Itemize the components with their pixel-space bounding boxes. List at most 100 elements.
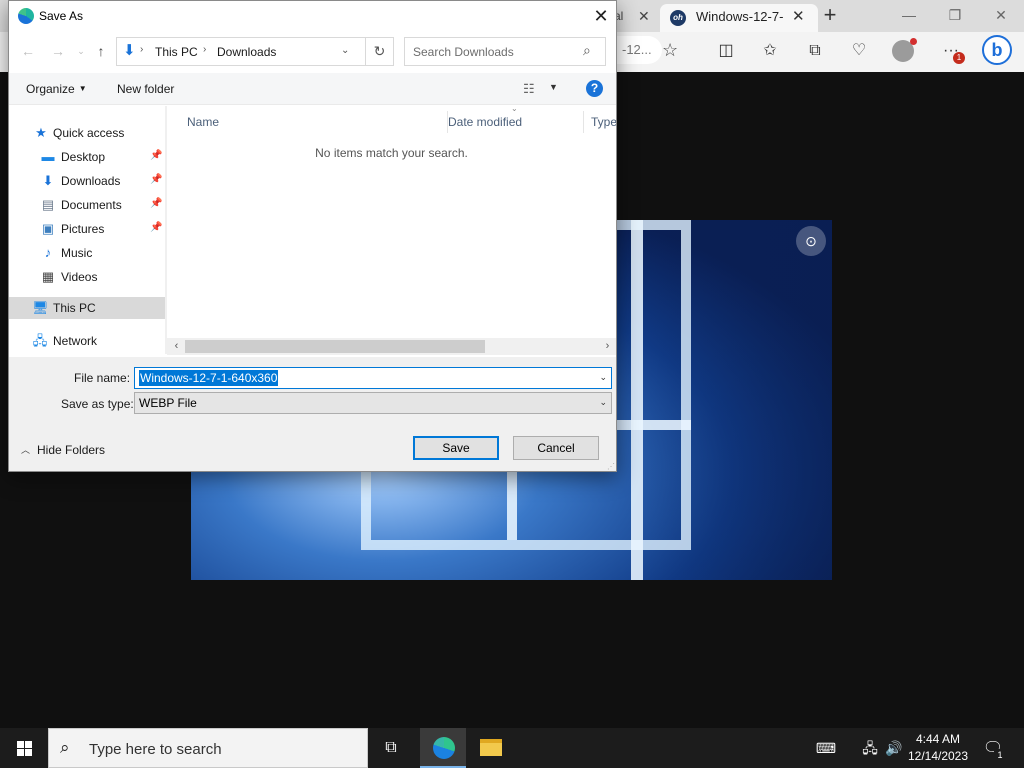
recent-locations-chevron-icon[interactable]: ⌄ [71, 41, 91, 61]
nav-item-pictures[interactable]: ▣ Pictures 📌 [9, 218, 165, 240]
pin-icon[interactable]: 📌 [150, 198, 162, 209]
new-tab-button[interactable]: + [818, 4, 842, 28]
nav-item-desktop[interactable]: ▬ Desktop 📌 [9, 146, 165, 168]
nav-item-videos[interactable]: ▦ Videos [9, 266, 165, 288]
nav-item-this-pc[interactable]: 🖥 This PC [9, 297, 165, 319]
minimize-icon[interactable]: — [886, 4, 932, 28]
file-name-field[interactable]: Windows-12-7-1-640x360 ⌄ [134, 367, 612, 389]
edge-logo-icon [18, 8, 34, 24]
start-button[interactable] [0, 728, 48, 768]
videos-icon: ▦ [41, 269, 55, 284]
hide-folders-button[interactable]: ︿ Hide Folders [21, 443, 105, 457]
favorite-star-icon[interactable]: ☆ [662, 36, 678, 64]
split-screen-icon[interactable]: ◫ [712, 38, 740, 66]
network-status-icon[interactable]: 🖧 [860, 728, 880, 768]
close-window-icon[interactable]: ✕ [978, 4, 1024, 28]
chevron-down-icon[interactable]: ⌄ [341, 45, 349, 56]
pin-icon[interactable]: 📌 [150, 174, 162, 185]
taskbar-search[interactable]: ⌕ Type here to search [48, 728, 368, 768]
favorites-icon[interactable]: ✩ [756, 38, 784, 66]
scrollbar-thumb[interactable] [185, 340, 485, 353]
column-header-name[interactable]: Name [180, 111, 448, 133]
back-arrow-icon[interactable]: ← [18, 41, 38, 61]
new-folder-button[interactable]: New folder [117, 82, 174, 96]
nav-item-label: Videos [61, 270, 98, 284]
scroll-right-icon[interactable]: › [599, 338, 616, 355]
close-tab-icon[interactable]: ✕ [638, 4, 650, 28]
notification-badge: 1 [953, 52, 965, 64]
dialog-title-bar[interactable]: Save As ✕ [9, 1, 616, 32]
column-header-date-modified[interactable]: Date modified [441, 111, 584, 133]
music-icon: ♪ [44, 245, 52, 260]
navigation-bar: ← → ⌄ ↑ ⬇ › This PC › Downloads ⌄ ↻ ⌕ [9, 33, 616, 71]
keyboard-icon[interactable]: ⌨ [812, 728, 840, 768]
column-header-type[interactable]: Type [584, 111, 616, 133]
cancel-button[interactable]: Cancel [513, 436, 599, 460]
navigation-pane: ★ Quick access ▬ Desktop 📌 ⬇ Downloads 📌… [9, 106, 165, 354]
scroll-left-icon[interactable]: ‹ [168, 338, 185, 355]
search-box[interactable]: ⌕ [404, 37, 606, 66]
download-icon: ⬇ [42, 173, 54, 188]
resize-grip-icon[interactable]: ⋰ [607, 462, 615, 471]
forward-arrow-icon[interactable]: → [48, 41, 68, 61]
browser-tab-partial[interactable]: al ✕ [612, 4, 662, 30]
breadcrumb-separator-icon[interactable]: › [140, 44, 143, 55]
taskbar: ⌕ Type here to search ⧉ ⌨ 🖧 🔊 4:44 AM 12… [0, 728, 1024, 768]
caret-down-icon[interactable]: ▼ [549, 82, 558, 92]
command-bar: Organize ▼ New folder ☷ ▼ ? [9, 73, 616, 105]
chevron-up-icon: ︿ [21, 445, 31, 455]
horizontal-scrollbar[interactable]: ‹ › [167, 338, 616, 355]
star-icon: ★ [35, 125, 47, 140]
clock[interactable]: 4:44 AM 12/14/2023 [903, 731, 973, 765]
file-list[interactable]: Name Date modified ⌄ Type No items match… [167, 106, 616, 338]
dialog-title: Save As [39, 9, 84, 23]
pin-icon[interactable]: 📌 [150, 222, 162, 233]
bing-copilot-icon[interactable]: b [982, 35, 1012, 65]
pin-icon[interactable]: 📌 [150, 150, 162, 161]
organize-button[interactable]: Organize ▼ [26, 82, 87, 96]
breadcrumb-item[interactable]: This PC [155, 45, 198, 59]
search-input[interactable] [406, 39, 576, 64]
volume-icon[interactable]: 🔊 [884, 728, 904, 768]
nav-item-downloads[interactable]: ⬇ Downloads 📌 [9, 170, 165, 192]
up-arrow-icon[interactable]: ↑ [91, 41, 111, 61]
network-icon: 🖧 [32, 333, 48, 348]
close-tab-icon[interactable]: ✕ [792, 7, 805, 25]
task-view-icon[interactable]: ⧉ [368, 728, 414, 768]
nav-item-quick-access[interactable]: ★ Quick access [9, 122, 165, 144]
breadcrumb-item[interactable]: Downloads [217, 45, 276, 59]
nav-item-label: Desktop [61, 150, 106, 164]
nav-item-documents[interactable]: ▤ Documents 📌 [9, 194, 165, 216]
clock-date: 12/14/2023 [907, 749, 969, 763]
taskbar-edge-button[interactable] [420, 728, 466, 768]
nav-item-network[interactable]: 🖧 Network [9, 330, 165, 352]
nav-item-label: This PC [53, 301, 96, 315]
search-icon[interactable]: ⌕ [583, 42, 591, 59]
notifications-icon[interactable]: 🗨 1 [982, 738, 1006, 761]
browser-tab-active[interactable]: oh Windows-12-7- ✕ [660, 4, 818, 32]
clock-time: 4:44 AM [915, 732, 961, 746]
browser-essentials-icon[interactable]: ♡ [845, 38, 873, 66]
windows-logo-icon [17, 741, 32, 756]
help-icon[interactable]: ? [586, 80, 603, 97]
save-as-type-select[interactable]: WEBP File ⌄ [134, 392, 612, 414]
visual-search-icon[interactable]: ⊙ [796, 226, 826, 256]
taskbar-file-explorer-button[interactable] [468, 728, 514, 768]
close-icon[interactable]: ✕ [586, 3, 616, 31]
search-icon: ⌕ [60, 738, 70, 757]
folder-icon [480, 739, 502, 756]
status-dot [910, 38, 917, 45]
profile-avatar[interactable] [892, 38, 917, 62]
chevron-down-icon[interactable]: ⌄ [599, 397, 607, 408]
collections-icon[interactable]: ⧉ [801, 38, 829, 66]
breadcrumb-separator-icon[interactable]: › [203, 44, 206, 55]
refresh-icon[interactable]: ↻ [366, 37, 394, 66]
address-bar[interactable]: -12... ☆ [612, 36, 678, 64]
restore-icon[interactable]: ❐ [932, 4, 978, 28]
save-button[interactable]: Save [413, 436, 499, 460]
file-name-input[interactable]: Windows-12-7-1-640x360 [139, 370, 279, 386]
chevron-down-icon[interactable]: ⌄ [599, 372, 607, 383]
breadcrumb[interactable]: ⬇ › This PC › Downloads ⌄ [116, 37, 366, 66]
view-options-icon[interactable]: ☷ [523, 81, 535, 97]
nav-item-music[interactable]: ♪ Music [9, 242, 165, 264]
